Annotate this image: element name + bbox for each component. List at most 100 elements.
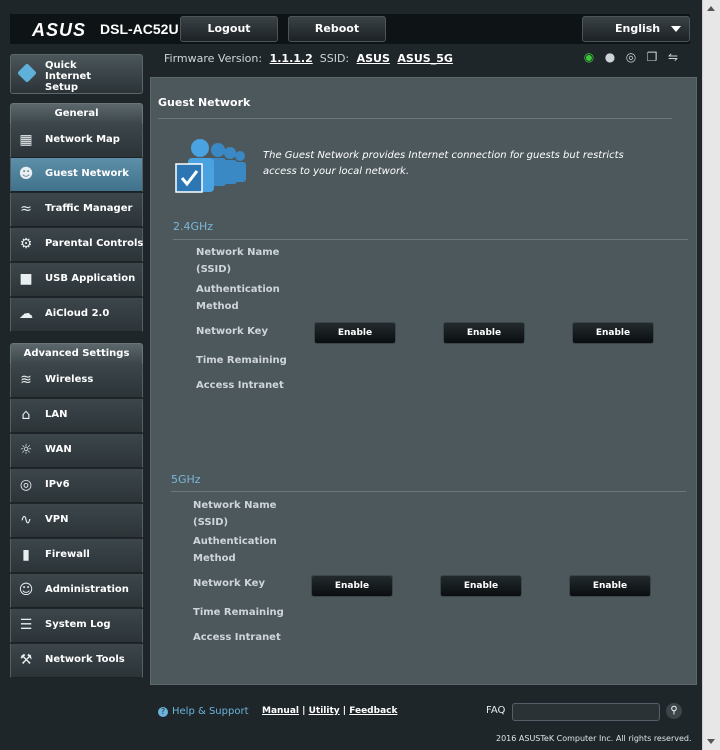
enable-button-24ghz-1[interactable]: Enable bbox=[314, 322, 396, 344]
guest-network-illustration-icon bbox=[175, 139, 246, 193]
logout-button[interactable]: Logout bbox=[180, 16, 278, 42]
sidebar-item-label: IPv6 bbox=[45, 479, 70, 490]
traffic-manager-icon: ≈ bbox=[20, 201, 32, 217]
search-icon[interactable]: ⚲ bbox=[666, 703, 682, 719]
wireless-icon: ≋ bbox=[20, 372, 32, 388]
top-header: ASUS DSL-AC52U Logout Reboot English bbox=[10, 14, 690, 44]
help-support-label: Help & Support bbox=[172, 706, 249, 717]
sidebar-item-label: Parental Controls bbox=[45, 238, 144, 249]
parental-controls-icon: ⚙ bbox=[19, 236, 33, 252]
vertical-scrollbar[interactable] bbox=[702, 0, 720, 750]
status-icons: ◉ ● ◎ ❐ ⇋ bbox=[582, 50, 680, 64]
reboot-button[interactable]: Reboot bbox=[288, 16, 386, 42]
footer-links: Manual | Utility | Feedback bbox=[262, 706, 398, 716]
enable-button-24ghz-3[interactable]: Enable bbox=[572, 322, 654, 344]
firmware-bar: Firmware Version: 1.1.1.2 SSID: ASUS ASU… bbox=[150, 44, 690, 76]
band-divider-5ghz bbox=[171, 491, 686, 492]
help-icon: ? bbox=[158, 707, 168, 717]
scroll-down-icon[interactable] bbox=[707, 739, 715, 744]
sidebar-item-label: VPN bbox=[45, 514, 69, 525]
copy-status-icon[interactable]: ❐ bbox=[645, 50, 659, 64]
sidebar-item-label: Firewall bbox=[45, 549, 90, 560]
router-model: DSL-AC52U bbox=[100, 21, 179, 37]
lan-icon: ⌂ bbox=[21, 407, 31, 423]
access-intranet-label: Access Intranet bbox=[196, 380, 284, 391]
network-name-label: Network Name (SSID) bbox=[196, 247, 280, 275]
sidebar-item-usb-application[interactable]: ■ USB Application bbox=[10, 263, 143, 297]
sidebar-item-network-map[interactable]: ▦ Network Map bbox=[10, 124, 143, 158]
authentication-method-label: Authentication Method bbox=[193, 536, 277, 564]
network-tools-icon: ⚒ bbox=[19, 652, 33, 668]
sidebar-item-firewall[interactable]: ▮ Firewall bbox=[10, 539, 143, 573]
quick-internet-setup-button[interactable]: Quick Internet Setup bbox=[10, 54, 143, 94]
sidebar-item-label: Traffic Manager bbox=[45, 203, 133, 214]
clients-status-icon[interactable]: ● bbox=[603, 50, 617, 64]
firmware-label: Firmware Version: bbox=[164, 52, 263, 65]
sidebar-item-label: Guest Network bbox=[45, 168, 129, 179]
time-remaining-label: Time Remaining bbox=[193, 607, 284, 618]
ssid-5g-link[interactable]: ASUS_5G bbox=[397, 52, 452, 65]
band-title-24ghz: 2.4GHz bbox=[173, 220, 214, 233]
title-divider bbox=[158, 118, 672, 119]
main-content: Guest Network The Guest Network provides… bbox=[150, 77, 697, 685]
time-remaining-label: Time Remaining bbox=[196, 355, 287, 366]
language-select[interactable]: English bbox=[582, 16, 690, 42]
sidebar-item-wan[interactable]: ☼ WAN bbox=[10, 434, 143, 468]
firmware-info: Firmware Version: 1.1.1.2 SSID: ASUS ASU… bbox=[164, 52, 453, 65]
network-name-label: Network Name (SSID) bbox=[193, 500, 277, 528]
administration-icon: ☺ bbox=[18, 582, 34, 598]
sidebar-item-label: Wireless bbox=[45, 374, 94, 385]
firmware-version-link[interactable]: 1.1.1.2 bbox=[270, 52, 313, 65]
sidebar-item-aicloud[interactable]: ☁ AiCloud 2.0 bbox=[10, 298, 143, 332]
guest-network-description: The Guest Network provides Internet conn… bbox=[263, 150, 624, 177]
copyright-text: 2016 ASUSTeK Computer Inc. All rights re… bbox=[496, 734, 692, 743]
firewall-icon: ▮ bbox=[22, 547, 30, 563]
page-title: Guest Network bbox=[158, 96, 251, 109]
network-key-label: Network Key bbox=[193, 578, 265, 589]
sidebar-item-traffic-manager[interactable]: ≈ Traffic Manager bbox=[10, 193, 143, 227]
wand-icon bbox=[17, 63, 37, 83]
network-key-label: Network Key bbox=[196, 326, 268, 337]
sidebar-item-label: Network Tools bbox=[45, 654, 125, 665]
sidebar-item-system-log[interactable]: ☰ System Log bbox=[10, 609, 143, 643]
feedback-link[interactable]: Feedback bbox=[349, 706, 397, 716]
sidebar-item-lan[interactable]: ⌂ LAN bbox=[10, 399, 143, 433]
sidebar-item-guest-network[interactable]: ☻ Guest Network bbox=[10, 158, 143, 192]
vpn-icon: ∿ bbox=[20, 512, 32, 528]
general-section-title: General bbox=[10, 103, 143, 125]
sidebar-item-ipv6[interactable]: ◎ IPv6 bbox=[10, 469, 143, 503]
ipv6-icon: ◎ bbox=[19, 477, 33, 493]
sidebar-item-label: LAN bbox=[45, 409, 68, 420]
guest-network-icon: ☻ bbox=[18, 166, 34, 182]
manual-link[interactable]: Manual bbox=[262, 706, 299, 716]
sidebar-item-wireless[interactable]: ≋ Wireless bbox=[10, 364, 143, 398]
sidebar-item-label: AiCloud 2.0 bbox=[45, 308, 110, 319]
sidebar-item-label: WAN bbox=[45, 444, 72, 455]
ssid-24-link[interactable]: ASUS bbox=[357, 52, 390, 65]
internet-status-icon[interactable]: ◎ bbox=[624, 50, 638, 64]
scroll-up-icon[interactable] bbox=[707, 6, 715, 11]
aicloud-icon: ☁ bbox=[19, 306, 33, 322]
network-map-icon: ▦ bbox=[19, 132, 33, 148]
system-log-icon: ☰ bbox=[19, 617, 33, 633]
enable-button-5ghz-2[interactable]: Enable bbox=[440, 575, 522, 597]
sidebar-item-network-tools[interactable]: ⚒ Network Tools bbox=[10, 644, 143, 678]
utility-link[interactable]: Utility bbox=[309, 706, 340, 716]
faq-label: FAQ bbox=[486, 705, 506, 716]
sidebar-item-administration[interactable]: ☺ Administration bbox=[10, 574, 143, 608]
wifi-status-icon[interactable]: ◉ bbox=[582, 50, 596, 64]
usb-status-icon[interactable]: ⇋ bbox=[666, 50, 680, 64]
language-label: English bbox=[615, 22, 661, 35]
band-title-5ghz: 5GHz bbox=[171, 473, 201, 486]
sidebar-item-label: Administration bbox=[45, 584, 129, 595]
sidebar-item-parental-controls[interactable]: ⚙ Parental Controls bbox=[10, 228, 143, 262]
sidebar-item-label: USB Application bbox=[45, 273, 136, 284]
faq-search-input[interactable] bbox=[512, 703, 660, 721]
sidebar-item-vpn[interactable]: ∿ VPN bbox=[10, 504, 143, 538]
enable-button-5ghz-1[interactable]: Enable bbox=[311, 575, 393, 597]
access-intranet-label: Access Intranet bbox=[193, 632, 281, 643]
help-support-link[interactable]: ? Help & Support bbox=[158, 706, 248, 717]
enable-button-24ghz-2[interactable]: Enable bbox=[443, 322, 525, 344]
enable-button-5ghz-3[interactable]: Enable bbox=[569, 575, 651, 597]
authentication-method-label: Authentication Method bbox=[196, 284, 280, 312]
